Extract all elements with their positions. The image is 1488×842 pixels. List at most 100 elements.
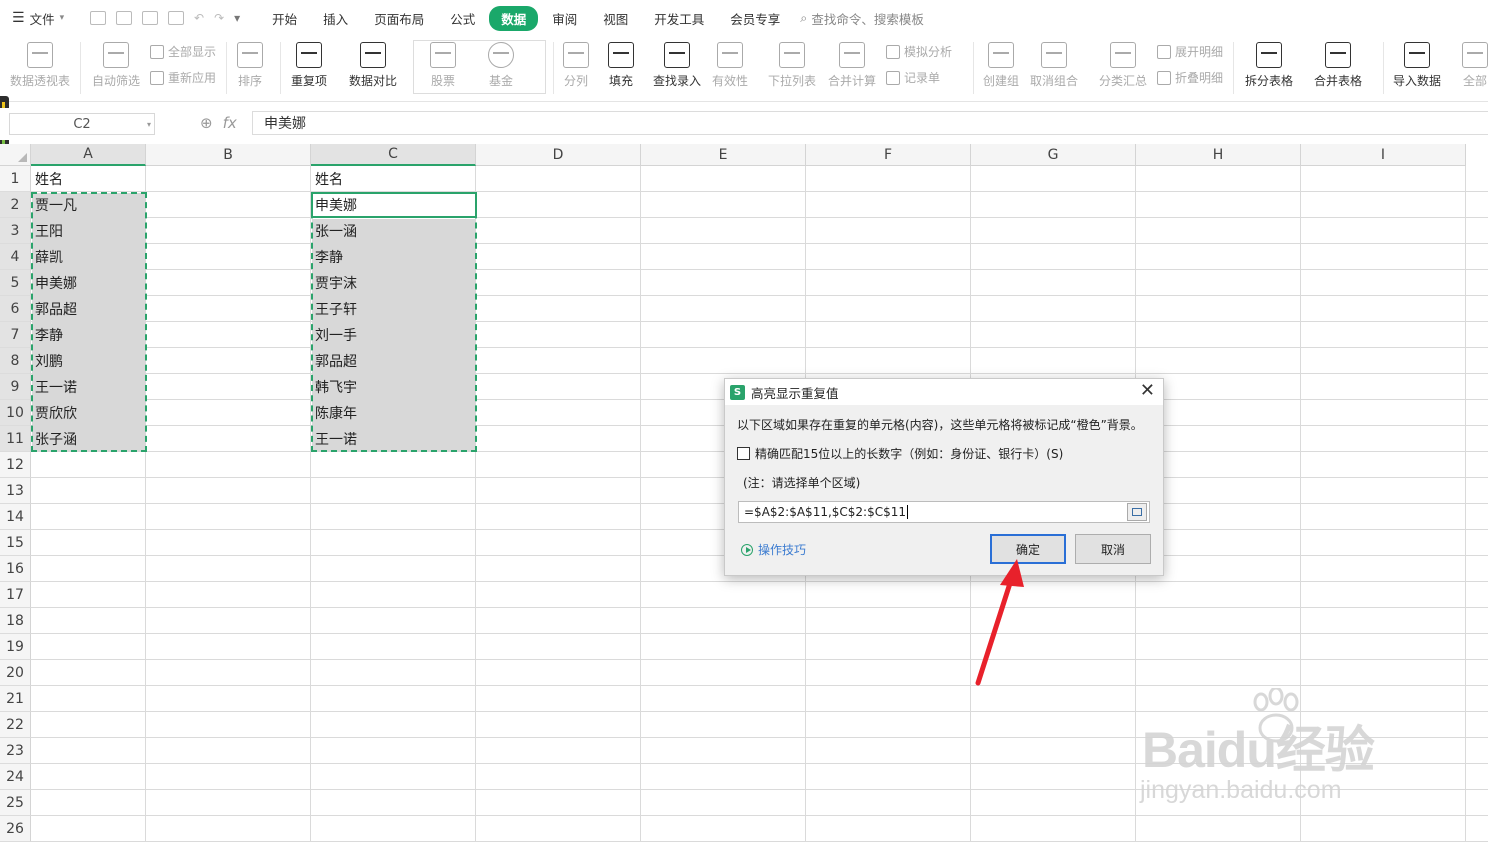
duplicates-button[interactable]: 重复项 [291, 42, 327, 89]
import-data-button[interactable]: 导入数据 [1393, 42, 1441, 89]
cell-a5[interactable]: 申美娜 [31, 270, 146, 296]
dropdown-list-button[interactable]: 下拉列表 [768, 42, 816, 89]
row-header-19[interactable]: 19 [0, 634, 31, 660]
select-all-corner[interactable] [0, 144, 31, 166]
column-header-d[interactable]: D [476, 144, 641, 166]
redo-icon[interactable]: ↷ [214, 11, 224, 25]
row-header-13[interactable]: 13 [0, 478, 31, 504]
consolidate-button[interactable]: 合并计算 [828, 42, 876, 89]
create-group-button[interactable]: 创建组 [983, 42, 1019, 89]
split-column-button[interactable]: 分列 [563, 42, 589, 89]
fund-button[interactable]: 基金 [488, 42, 514, 89]
show-all-button[interactable]: 全部显示 [150, 43, 216, 60]
column-header-b[interactable]: B [146, 144, 311, 166]
row-header-10[interactable]: 10 [0, 400, 31, 426]
row-header-7[interactable]: 7 [0, 322, 31, 348]
autofilter-button[interactable]: 自动筛选 [92, 42, 140, 89]
cell-c6[interactable]: 王子轩 [311, 296, 476, 322]
sort-button[interactable]: 排序 [237, 42, 263, 89]
cell-c1[interactable]: 姓名 [311, 166, 476, 192]
column-header-c[interactable]: C [311, 144, 476, 166]
tab-member[interactable]: 会员专享 [718, 6, 792, 31]
tab-data[interactable]: 数据 [489, 5, 539, 31]
row-header-26[interactable]: 26 [0, 816, 31, 842]
row-header-4[interactable]: 4 [0, 244, 31, 270]
column-header-i[interactable]: I [1301, 144, 1466, 166]
cell-a1[interactable]: 姓名 [31, 166, 146, 192]
cell-a9[interactable]: 王一诺 [31, 374, 146, 400]
customize-toolbar-icon[interactable]: ▾ [234, 11, 240, 25]
command-search[interactable]: ⌕ 查找命令、搜索模板 [800, 9, 924, 28]
cell-c3[interactable]: 张一涵 [311, 218, 476, 244]
range-input[interactable]: =$A$2:$A$11,$C$2:$C$11 [738, 501, 1150, 523]
column-header-h[interactable]: H [1136, 144, 1301, 166]
name-box[interactable]: C2 ▾ [9, 113, 155, 135]
row-header-14[interactable]: 14 [0, 504, 31, 530]
column-header-g[interactable]: G [971, 144, 1136, 166]
cell-a8[interactable]: 刘鹏 [31, 348, 146, 374]
row-header-9[interactable]: 9 [0, 374, 31, 400]
record-form-button[interactable]: 记录单 [886, 69, 940, 86]
print-preview-icon[interactable] [168, 11, 184, 25]
row-header-8[interactable]: 8 [0, 348, 31, 374]
dialog-titlebar[interactable]: S 高亮显示重复值 ✕ [725, 379, 1163, 405]
validity-button[interactable]: 有效性 [712, 42, 748, 89]
cell-c10[interactable]: 陈康年 [311, 400, 476, 426]
cell-c11[interactable]: 王一诺 [311, 426, 476, 452]
stock-button[interactable]: 股票 [430, 42, 456, 89]
column-header-a[interactable]: A [31, 144, 146, 166]
subtotal-button[interactable]: 分类汇总 [1099, 42, 1147, 89]
cell-a3[interactable]: 王阳 [31, 218, 146, 244]
data-compare-button[interactable]: 数据对比 [349, 42, 397, 89]
row-header-20[interactable]: 20 [0, 660, 31, 686]
row-header-15[interactable]: 15 [0, 530, 31, 556]
row-header-1[interactable]: 1 [0, 166, 31, 192]
all-button[interactable]: 全部 [1462, 42, 1488, 89]
fx-icon[interactable]: fx [223, 114, 237, 132]
undo-icon[interactable]: ↶ [194, 11, 204, 25]
cell-a11[interactable]: 张子涵 [31, 426, 146, 452]
tab-insert[interactable]: 插入 [311, 6, 360, 31]
save-icon[interactable] [90, 11, 106, 25]
row-header-6[interactable]: 6 [0, 296, 31, 322]
long-number-option[interactable]: 精确匹配15位以上的长数字（例如：身份证、银行卡）(S) [737, 445, 1063, 462]
row-header-11[interactable]: 11 [0, 426, 31, 452]
format-painter-icon[interactable] [116, 11, 132, 25]
cell-c9[interactable]: 韩飞宇 [311, 374, 476, 400]
row-header-23[interactable]: 23 [0, 738, 31, 764]
range-select-button[interactable] [1127, 503, 1147, 521]
row-header-22[interactable]: 22 [0, 712, 31, 738]
column-header-e[interactable]: E [641, 144, 806, 166]
row-header-25[interactable]: 25 [0, 790, 31, 816]
row-header-2[interactable]: 2 [0, 192, 31, 218]
close-icon[interactable]: ✕ [1140, 381, 1155, 401]
collapse-detail-button[interactable]: 折叠明细 [1157, 69, 1223, 86]
tab-formulas[interactable]: 公式 [438, 6, 487, 31]
cell-c7[interactable]: 刘一手 [311, 322, 476, 348]
tab-page-layout[interactable]: 页面布局 [362, 6, 436, 31]
cell-a10[interactable]: 贾欣欣 [31, 400, 146, 426]
formula-input[interactable]: 申美娜 [252, 111, 1488, 135]
row-header-16[interactable]: 16 [0, 556, 31, 582]
long-number-checkbox[interactable] [737, 447, 750, 460]
reapply-button[interactable]: 重新应用 [150, 69, 216, 86]
tips-link[interactable]: 操作技巧 [741, 541, 806, 558]
print-icon[interactable] [142, 11, 158, 25]
cell-a4[interactable]: 薛凯 [31, 244, 146, 270]
cell-c4[interactable]: 李静 [311, 244, 476, 270]
zoom-icon[interactable]: ⊕ [200, 114, 213, 132]
cell-c2[interactable]: 申美娜 [311, 192, 476, 218]
tab-developer[interactable]: 开发工具 [642, 6, 716, 31]
what-if-analysis-button[interactable]: 模拟分析 [886, 43, 952, 60]
file-menu[interactable]: ☰ 文件 ▾ [12, 9, 82, 28]
tab-view[interactable]: 视图 [591, 6, 640, 31]
split-table-button[interactable]: 拆分表格 [1245, 42, 1293, 89]
row-header-18[interactable]: 18 [0, 608, 31, 634]
expand-detail-button[interactable]: 展开明细 [1157, 43, 1223, 60]
cell-a7[interactable]: 李静 [31, 322, 146, 348]
row-header-17[interactable]: 17 [0, 582, 31, 608]
cancel-button[interactable]: 取消 [1075, 534, 1151, 564]
row-header-12[interactable]: 12 [0, 452, 31, 478]
column-header-f[interactable]: F [806, 144, 971, 166]
merge-table-button[interactable]: 合并表格 [1314, 42, 1362, 89]
